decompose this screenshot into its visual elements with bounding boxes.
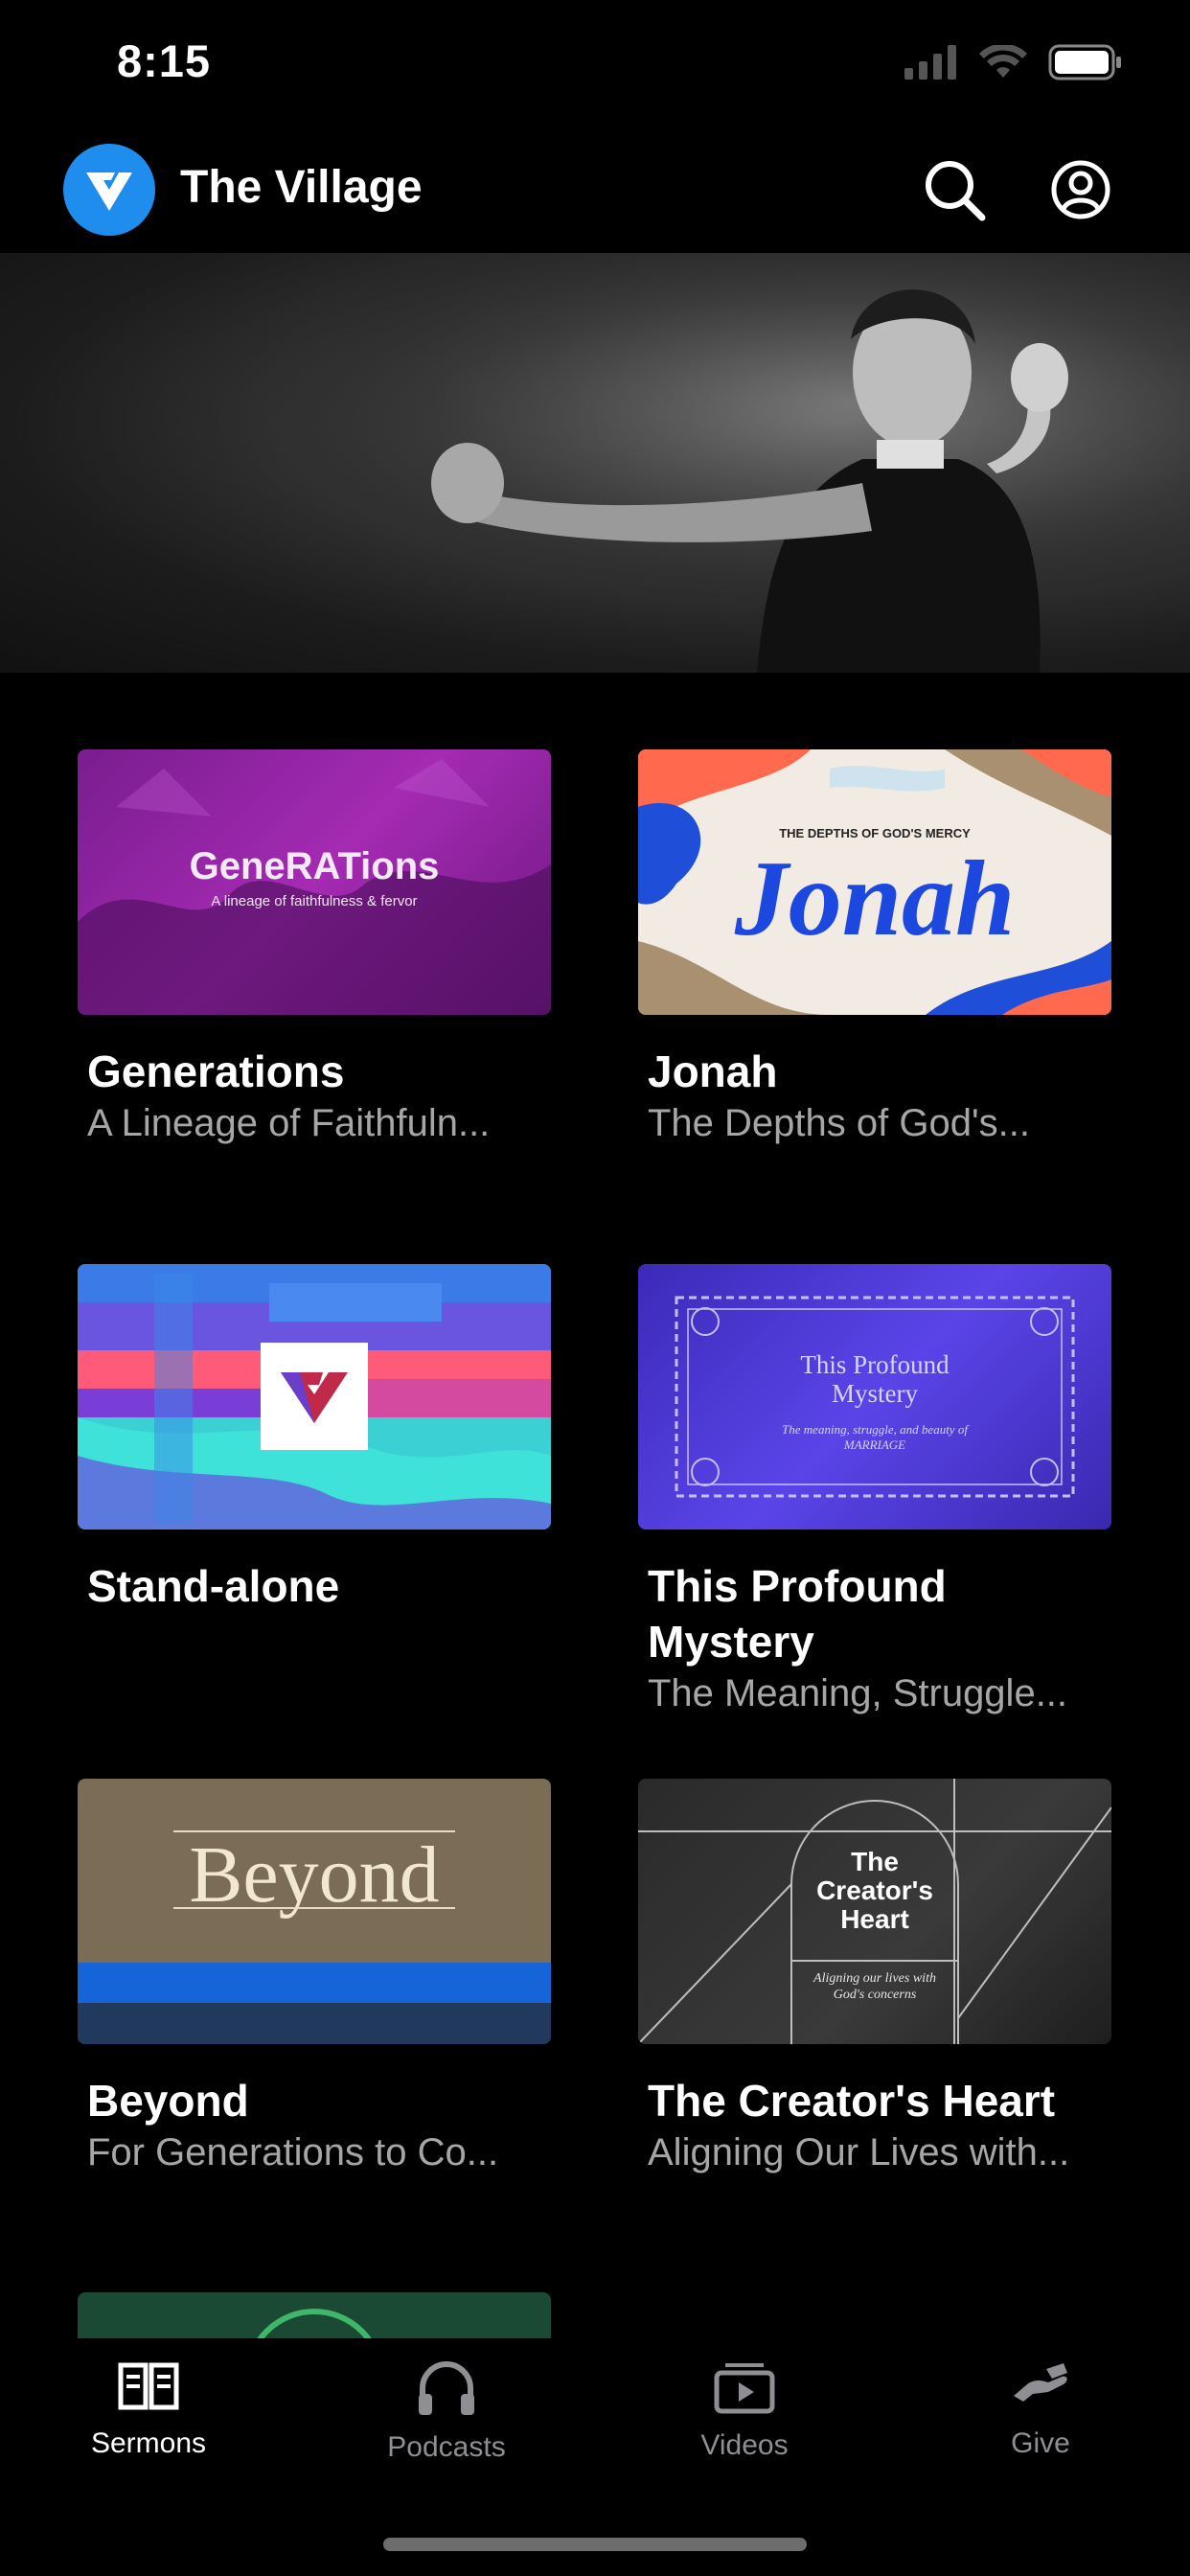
series-thumbnail (78, 1264, 551, 1530)
give-icon (1014, 2363, 1067, 2402)
series-card-generations[interactable]: GeneRATions A lineage of faithfulness & … (78, 749, 551, 1147)
search-button[interactable] (916, 151, 993, 228)
series-title: Generations (87, 1046, 345, 1096)
art-subtitle: Aligning our lives with God's concerns (813, 1971, 936, 2002)
series-thumbnail: GeneRATions A lineage of faithfulness & … (78, 749, 551, 1015)
series-thumbnail: THE DEPTHS OF GOD'S MERCY Jonah (638, 749, 1111, 1015)
series-subtitle: A Lineage of Faithfuln... (87, 1102, 491, 1144)
art-subtitle: The meaning, struggle, and beauty of MAR… (782, 1422, 968, 1452)
art-title: GeneRATions (189, 845, 440, 887)
village-logo-icon (63, 144, 155, 236)
top-app-bar: The Village (0, 134, 1190, 253)
tab-label: Sermons (90, 2427, 207, 2459)
art-title: This Profound Mystery (800, 1350, 950, 1408)
cellular-signal-icon (904, 45, 956, 80)
profile-icon (1051, 160, 1110, 219)
hero-banner[interactable] (0, 253, 1190, 673)
series-subtitle: The Depths of God's... (648, 1102, 1030, 1144)
status-bar: 8:15 (0, 0, 1190, 134)
series-thumbnail: This Profound Mystery The meaning, strug… (638, 1264, 1111, 1530)
tab-videos[interactable]: Videos (639, 2359, 850, 2462)
series-title: Jonah (648, 1046, 778, 1096)
series-card-this-profound-mystery[interactable]: This Profound Mystery The meaning, strug… (638, 1264, 1111, 1717)
series-thumbnail: The Creator's Heart Aligning our lives w… (638, 1779, 1111, 2044)
preacher-photo (0, 253, 1190, 673)
series-subtitle: For Generations to Co... (87, 2131, 499, 2174)
tab-podcasts[interactable]: Podcasts (341, 2359, 552, 2464)
art-title: The Creator's Heart (816, 1847, 933, 1934)
series-subtitle: Aligning Our Lives with... (648, 2131, 1070, 2174)
book-icon (118, 2362, 179, 2410)
art-title: Jonah (734, 840, 1016, 958)
tab-sermons[interactable]: Sermons (43, 2359, 254, 2460)
series-title: This Profound Mystery (648, 1561, 947, 1667)
search-icon (926, 161, 986, 221)
tab-label: Podcasts (387, 2431, 506, 2463)
tab-label: Give (1011, 2427, 1070, 2459)
series-card-beyond[interactable]: Beyond Beyond For Generations to Co... (78, 1779, 551, 2176)
series-title: Stand-alone (87, 1561, 340, 1611)
headphones-icon (419, 2361, 474, 2415)
tab-label: Videos (700, 2429, 789, 2461)
series-card-partial[interactable] (78, 2292, 551, 2338)
series-title: The Creator's Heart (648, 2076, 1056, 2126)
series-title: Beyond (87, 2076, 249, 2126)
video-icon (714, 2363, 775, 2414)
series-card-stand-alone[interactable]: Stand-alone (78, 1264, 551, 1614)
home-indicator[interactable] (383, 2538, 807, 2551)
tab-give[interactable]: Give (935, 2359, 1146, 2460)
app-title: The Village (180, 162, 423, 213)
village-logo-tile-icon (261, 1343, 368, 1450)
series-card-the-creators-heart[interactable]: The Creator's Heart Aligning our lives w… (638, 1779, 1111, 2176)
series-card-jonah[interactable]: THE DEPTHS OF GOD'S MERCY Jonah Jonah Th… (638, 749, 1111, 1147)
battery-icon (1048, 44, 1121, 80)
status-icons (904, 44, 1123, 80)
series-subtitle: The Meaning, Struggle... (648, 1672, 1068, 1714)
status-time: 8:15 (117, 35, 212, 86)
profile-button[interactable] (1042, 151, 1119, 228)
series-thumbnail: Beyond (78, 1779, 551, 2044)
wifi-icon (979, 45, 1027, 78)
art-subtitle: A lineage of faithfulness & fervor (211, 893, 418, 909)
